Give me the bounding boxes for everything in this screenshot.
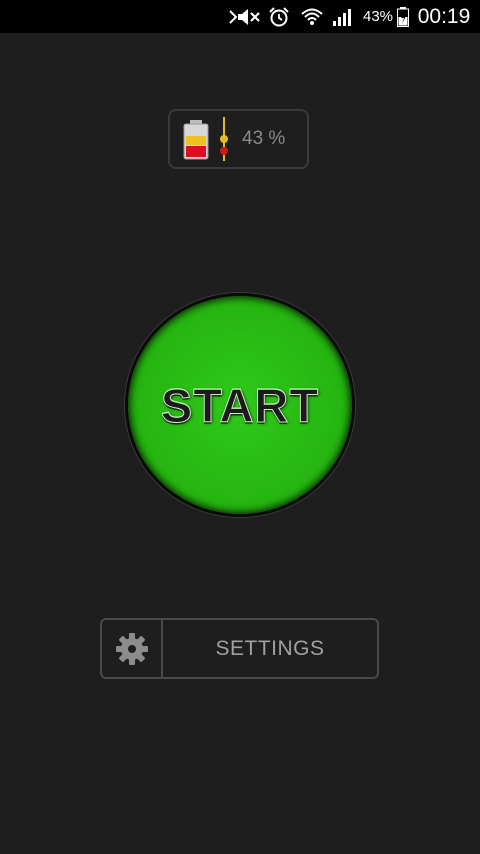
alarm-icon bbox=[266, 0, 292, 33]
settings-button[interactable]: SETTINGS bbox=[100, 618, 379, 679]
battery-level-marker bbox=[218, 115, 230, 163]
wifi-icon bbox=[298, 0, 326, 33]
battery-percent-label: 43 % bbox=[242, 128, 286, 149]
battery-icon bbox=[395, 0, 411, 33]
battery-level-icon bbox=[182, 120, 210, 160]
start-button[interactable]: START bbox=[125, 293, 355, 517]
battery-widget: 43 % bbox=[168, 109, 309, 169]
signal-icon bbox=[330, 0, 356, 33]
start-label: START bbox=[160, 378, 320, 432]
gear-icon bbox=[102, 620, 163, 677]
settings-label: SETTINGS bbox=[215, 637, 325, 660]
app-content: 43 % START SETTINGS bbox=[0, 33, 480, 854]
status-bar: 43% 00:19 bbox=[0, 0, 480, 33]
battery-percent-text: 43% bbox=[362, 8, 394, 25]
mute-icon bbox=[226, 0, 264, 33]
clock: 00:19 bbox=[417, 4, 471, 28]
